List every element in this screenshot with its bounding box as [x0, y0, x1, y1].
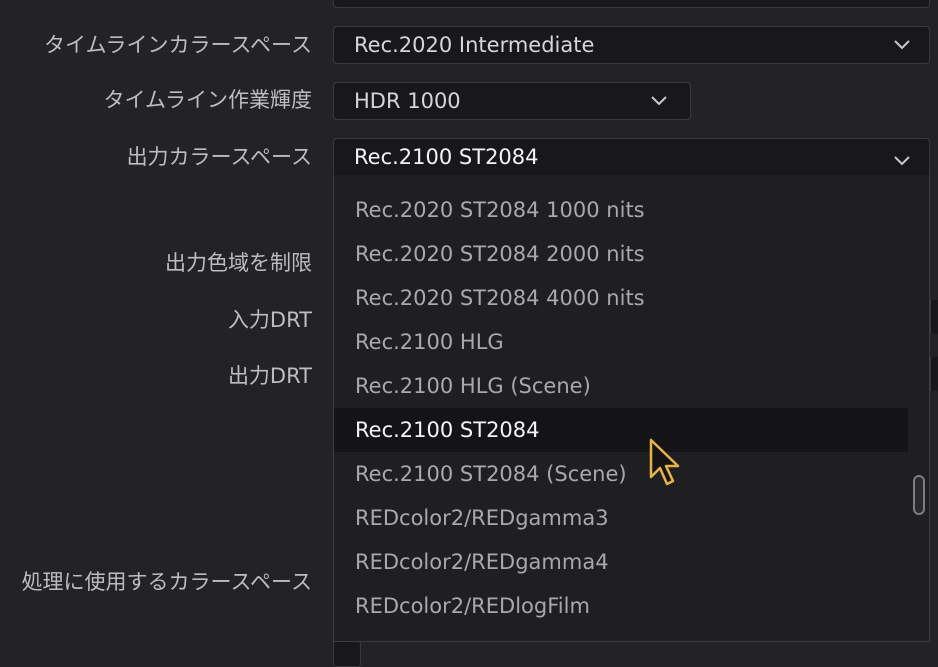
input-drt-label: 入力DRT	[227, 308, 312, 332]
mouse-pointer-icon	[648, 437, 682, 489]
dropdown-option[interactable]: REDcolor2/REDlogFilm	[334, 586, 908, 626]
output-drt-label: 出力DRT	[227, 364, 312, 388]
dropdown-option[interactable]: Rec.2020 ST2084 2000 nits	[334, 234, 908, 274]
output-color-space-dropdown: Rec.2020 ST2084 1000 nits Rec.2020 ST208…	[333, 175, 930, 642]
timeline-color-space-value: Rec.2020 Intermediate	[354, 33, 595, 57]
limit-output-gamut-label: 出力色域を制限	[165, 251, 312, 275]
output-drt-select-edge[interactable]	[930, 357, 938, 391]
output-color-space-label: 出力カラースペース	[126, 145, 312, 169]
timeline-color-space-select[interactable]: Rec.2020 Intermediate	[333, 26, 930, 64]
dropdown-option[interactable]: REDcolor2/REDgamma3	[334, 498, 908, 538]
timeline-working-luminance-label: タイムライン作業輝度	[103, 88, 312, 112]
dropdown-option[interactable]: Rec.2020 ST2084 1000 nits	[334, 190, 908, 230]
dropdown-option-selected[interactable]: Rec.2100 ST2084	[334, 408, 908, 452]
chevron-down-icon	[650, 95, 668, 107]
timeline-color-space-label: タイムラインカラースペース	[44, 33, 312, 57]
dropdown-scrollbar[interactable]	[913, 175, 925, 641]
dropdown-option[interactable]: Rec.2100 HLG	[334, 322, 908, 362]
chevron-down-icon	[893, 39, 911, 51]
dropdown-option[interactable]: Rec.2100 ST2084 (Scene)	[334, 454, 908, 494]
partial-select-field[interactable]	[333, 0, 930, 8]
input-drt-select-edge[interactable]	[930, 300, 938, 334]
timeline-working-luminance-value: HDR 1000	[354, 89, 461, 113]
dropdown-option[interactable]: Rec.2100 HLG (Scene)	[334, 366, 908, 406]
processing-color-space-label: 処理に使用するカラースペース	[21, 570, 312, 594]
dropdown-option[interactable]: Rec.2020 ST2084 4000 nits	[334, 278, 908, 318]
timeline-working-luminance-select[interactable]: HDR 1000	[333, 82, 691, 120]
checkbox[interactable]	[333, 641, 361, 667]
chevron-down-icon	[893, 155, 911, 167]
dropdown-option[interactable]: REDcolor2/REDgamma4	[334, 542, 908, 582]
output-color-space-value: Rec.2100 ST2084	[354, 145, 539, 169]
scrollbar-thumb[interactable]	[913, 475, 925, 515]
output-color-space-select[interactable]: Rec.2100 ST2084	[333, 138, 930, 176]
